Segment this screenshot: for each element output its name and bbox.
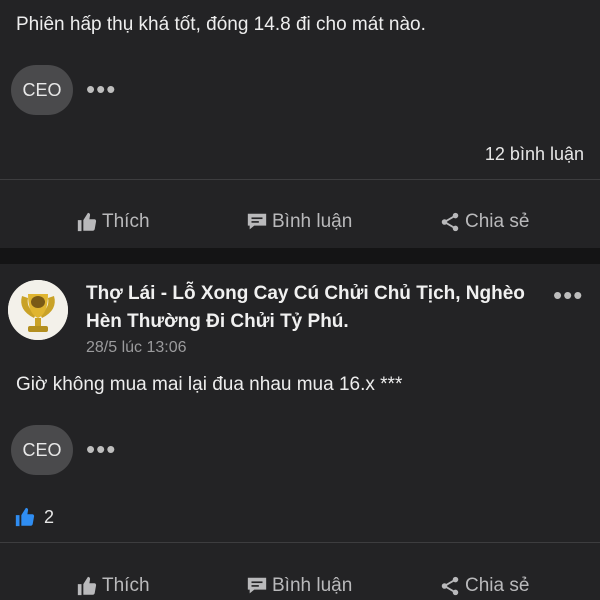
divider [0, 542, 600, 543]
author-name[interactable]: Thợ Lái - Lỗ Xong Cay Cú Chửi Chủ Tịch, … [86, 280, 526, 336]
comment-count[interactable]: 12 bình luận [485, 144, 584, 165]
post-timestamp[interactable]: 28/5 lúc 13:06 [86, 339, 187, 357]
comment-label: Bình luận [272, 575, 353, 596]
reaction-summary[interactable]: 2 [14, 506, 54, 528]
share-label: Chia sẻ [465, 211, 530, 232]
post-more-button[interactable]: ••• [553, 282, 583, 308]
chat-bubble-icon [247, 577, 267, 594]
post-text: Phiên hấp thụ khá tốt, đóng 14.8 đi cho … [16, 14, 426, 35]
thumbs-up-icon [77, 576, 97, 596]
like-label: Thích [102, 211, 150, 232]
post-text: Giờ không mua mai lại đua nhau mua 16.x … [16, 374, 403, 395]
comment-button[interactable]: Bình luận [246, 211, 352, 233]
tag-pill-ceo[interactable]: CEO [11, 425, 73, 475]
tag-more-button[interactable]: ••• [86, 436, 116, 462]
like-button[interactable]: Thích [76, 211, 150, 233]
trophy-avatar [8, 280, 68, 340]
share-button[interactable]: Chia sẻ [439, 575, 529, 597]
author-avatar[interactable] [8, 280, 68, 340]
post-separator [0, 248, 600, 264]
thumbs-up-icon [77, 212, 97, 232]
tag-more-button[interactable]: ••• [86, 76, 116, 102]
tag-pill-ceo[interactable]: CEO [11, 65, 73, 115]
like-label: Thích [102, 575, 150, 596]
comment-label: Bình luận [272, 211, 353, 232]
like-count: 2 [44, 506, 55, 527]
share-label: Chia sẻ [465, 575, 530, 596]
like-button[interactable]: Thích [76, 575, 150, 597]
thumbs-up-icon [15, 507, 35, 527]
divider [0, 179, 600, 180]
share-button[interactable]: Chia sẻ [439, 211, 529, 233]
comment-button[interactable]: Bình luận [246, 575, 352, 597]
chat-bubble-icon [247, 213, 267, 230]
share-icon [441, 212, 459, 232]
share-icon [441, 576, 459, 596]
